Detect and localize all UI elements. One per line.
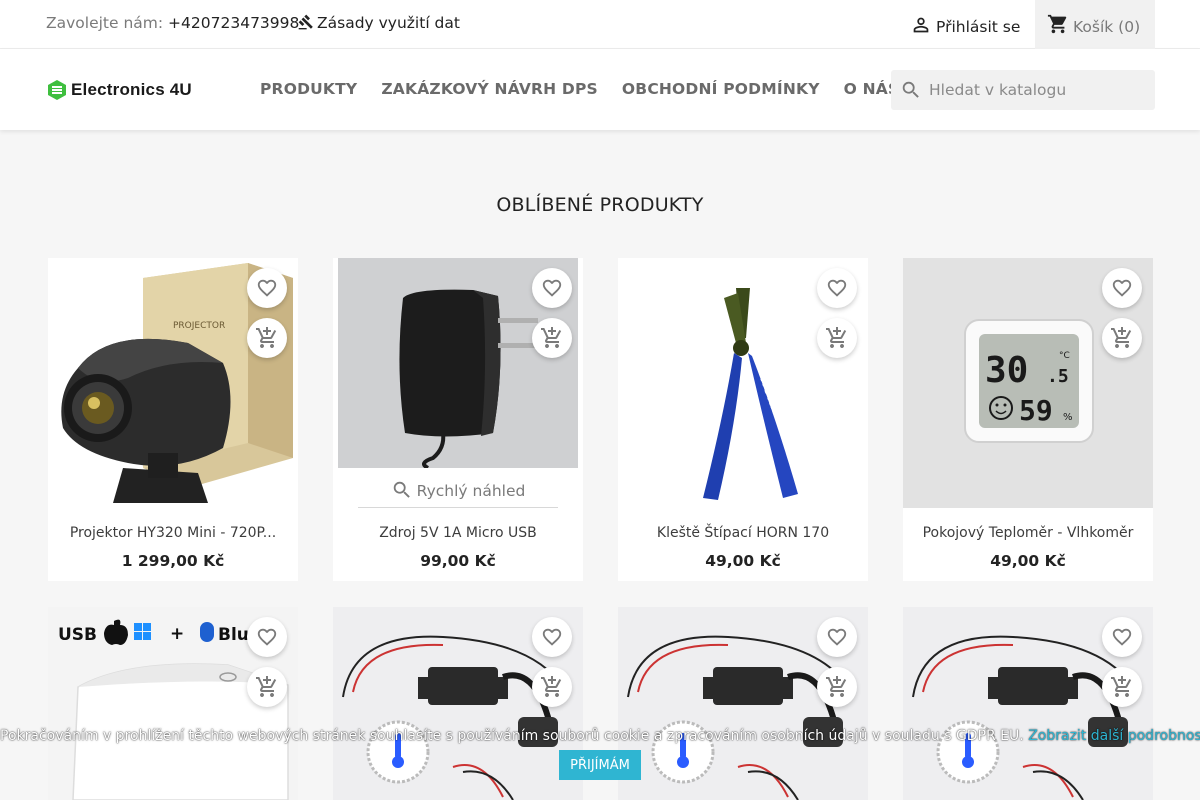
wishlist-button[interactable] <box>1102 268 1142 308</box>
add-shopping-cart-icon <box>541 327 562 348</box>
thermo-temp-unit: °C <box>1059 351 1070 361</box>
wishlist-button[interactable] <box>817 268 857 308</box>
product-card[interactable] <box>333 607 583 800</box>
heart-icon <box>257 628 277 646</box>
add-to-cart-button[interactable] <box>247 318 287 358</box>
product-card[interactable]: PROJECTOR Projektor HY320 Mini - 720P...… <box>48 258 298 581</box>
heart-icon <box>257 279 277 297</box>
wishlist-button[interactable] <box>817 617 857 657</box>
thermo-temp-dec: .5 <box>1047 366 1069 387</box>
main-header: Electronics 4U PRODUKTY ZAKÁZKOVÝ NÁVRH … <box>0 49 1200 130</box>
add-shopping-cart-icon <box>1111 676 1132 697</box>
add-to-cart-button[interactable] <box>1102 318 1142 358</box>
search-icon[interactable] <box>900 79 922 101</box>
nav-item-obchodni-podminky[interactable]: OBCHODNÍ PODMÍNKY <box>622 80 820 98</box>
cart-button[interactable]: Košík (0) <box>1035 0 1155 49</box>
search-box <box>891 70 1155 110</box>
cookie-notice-text: Pokračováním v prohlížení těchto webovýc… <box>0 728 1024 744</box>
product-card[interactable]: HORN Kleště Štípací HORN 170 49,00 Kč <box>618 258 868 581</box>
thermo-hum-unit: % <box>1063 412 1073 423</box>
printer-banner-plus: + <box>170 624 184 644</box>
user-icon <box>913 17 929 33</box>
quick-view-label: Rychlý náhled <box>416 482 526 500</box>
product-price: 1 299,00 Kč <box>121 552 225 570</box>
product-price: 99,00 Kč <box>420 552 496 570</box>
heart-icon <box>827 628 847 646</box>
cookie-notice: Pokračováním v prohlížení těchto webovýc… <box>0 728 1200 744</box>
nav-item-zakazkovy-navrh[interactable]: ZAKÁZKOVÝ NÁVRH DPS <box>381 80 598 98</box>
gdpr-link[interactable]: Zásady využití dat <box>298 14 460 32</box>
gavel-icon <box>298 14 313 30</box>
heart-icon <box>1112 628 1132 646</box>
add-shopping-cart-icon <box>826 676 847 697</box>
quick-view-button[interactable]: Rychlý náhled <box>358 468 558 508</box>
wishlist-button[interactable] <box>532 617 572 657</box>
product-name[interactable]: Projektor HY320 Mini - 720P... <box>48 525 298 541</box>
add-to-cart-button[interactable] <box>532 667 572 707</box>
thermo-temp: 30 <box>985 350 1028 391</box>
product-name[interactable]: Zdroj 5V 1A Micro USB <box>333 525 583 541</box>
shopping-cart-icon <box>1047 14 1067 34</box>
add-shopping-cart-icon <box>1111 327 1132 348</box>
heart-icon <box>827 279 847 297</box>
add-shopping-cart-icon <box>256 327 277 348</box>
top-bar: Zavolejte nám: +420723473998 Zásady využ… <box>0 0 1200 49</box>
projector-box-label: PROJECTOR <box>173 321 225 331</box>
wishlist-button[interactable] <box>247 268 287 308</box>
cookie-more-link[interactable]: Zobrazit další podrobnosti <box>1028 728 1200 744</box>
site-logo[interactable]: Electronics 4U <box>47 79 192 101</box>
add-to-cart-button[interactable] <box>532 318 572 358</box>
wishlist-button[interactable] <box>247 617 287 657</box>
cart-count: (0) <box>1118 18 1141 36</box>
add-shopping-cart-icon <box>256 676 277 697</box>
heart-icon <box>542 628 562 646</box>
gdpr-link-label: Zásady využití dat <box>317 14 460 32</box>
add-to-cart-button[interactable] <box>1102 667 1142 707</box>
main-nav: PRODUKTY ZAKÁZKOVÝ NÁVRH DPS OBCHODNÍ PO… <box>260 80 923 98</box>
search-input[interactable] <box>929 70 1149 110</box>
product-card[interactable]: USB + Blue <box>48 607 298 800</box>
heart-icon <box>542 279 562 297</box>
logo-text: Electronics 4U <box>71 80 192 99</box>
add-to-cart-button[interactable] <box>817 318 857 358</box>
cookie-accept-button[interactable]: PŘIJÍMÁM <box>559 750 641 780</box>
product-name[interactable]: Pokojový Teploměr - Vlhkoměr <box>903 525 1153 541</box>
product-card[interactable] <box>618 607 868 800</box>
thermo-hum: 59 <box>1019 394 1053 427</box>
product-price: 49,00 Kč <box>705 552 781 570</box>
cart-label: Košík <box>1073 18 1114 36</box>
wishlist-button[interactable] <box>532 268 572 308</box>
contact-label: Zavolejte nám: <box>46 14 164 32</box>
add-to-cart-button[interactable] <box>817 667 857 707</box>
printer-banner-usb: USB <box>58 625 97 645</box>
search-icon <box>393 481 410 498</box>
add-shopping-cart-icon <box>826 327 847 348</box>
nav-item-produkty[interactable]: PRODUKTY <box>260 80 357 98</box>
phone-link[interactable]: +420723473998 <box>168 14 299 32</box>
product-card[interactable]: 30 .5 °C 59 % Pokojový Teploměr - Vlhkom… <box>903 258 1153 581</box>
login-label: Přihlásit se <box>936 18 1021 36</box>
add-shopping-cart-icon <box>541 676 562 697</box>
contact-info: Zavolejte nám: +420723473998 <box>46 14 299 32</box>
add-to-cart-button[interactable] <box>247 667 287 707</box>
product-price: 49,00 Kč <box>990 552 1066 570</box>
product-name[interactable]: Kleště Štípací HORN 170 <box>618 525 868 541</box>
section-title: OBLÍBENÉ PRODUKTY <box>496 194 704 216</box>
login-link[interactable]: Přihlásit se <box>910 14 1020 36</box>
product-card[interactable]: Rychlý náhled Zdroj 5V 1A Micro USB 99,0… <box>333 258 583 581</box>
heart-icon <box>1112 279 1132 297</box>
logo-chip-icon <box>48 80 66 100</box>
wishlist-button[interactable] <box>1102 617 1142 657</box>
product-card[interactable] <box>903 607 1153 800</box>
